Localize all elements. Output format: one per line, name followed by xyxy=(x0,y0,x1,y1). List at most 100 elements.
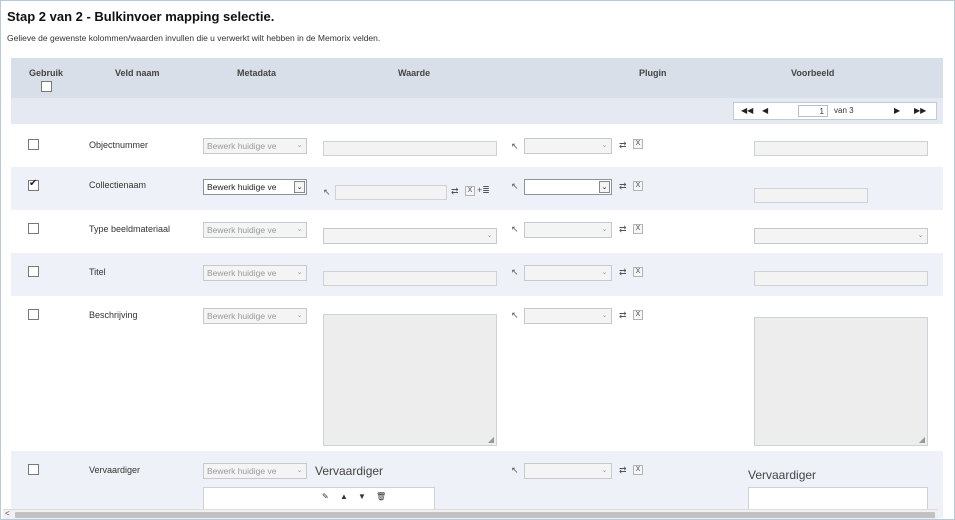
chevron-down-icon: ⌄ xyxy=(296,269,303,276)
chevron-down-icon: ⌄ xyxy=(601,226,608,233)
chevron-down-icon: ⌄ xyxy=(601,269,608,276)
value-group-label: Vervaardiger xyxy=(315,464,384,478)
remove-icon[interactable]: X xyxy=(633,224,643,234)
link-icon[interactable]: ↖ xyxy=(511,465,519,475)
edit-icon[interactable]: ✎ xyxy=(322,492,329,501)
metadata-select[interactable]: Bewerk huidige ve ⌄ xyxy=(203,463,307,479)
bulk-input-mapping-window: Stap 2 van 2 - Bulkinvoer mapping select… xyxy=(0,0,955,520)
remove-icon[interactable]: X xyxy=(633,310,643,320)
page-subtitle: Gelieve de gewenste kolommen/waarden inv… xyxy=(7,33,381,43)
use-checkbox[interactable] xyxy=(28,223,39,234)
mapping-row-collectienaam: Collectienaam Bewerk huidige ve⌄ ↖ ⇄ X +… xyxy=(11,167,943,210)
link-icon[interactable]: ↖ xyxy=(511,181,519,191)
column-header-use[interactable]: Gebruik xyxy=(29,68,63,78)
chevron-down-icon: ⌄ xyxy=(601,467,608,474)
example-field: ⌄ xyxy=(754,228,928,244)
refresh-icon[interactable]: ⇄ xyxy=(619,224,627,234)
chevron-down-icon: ⌄ xyxy=(601,312,608,319)
remove-icon[interactable]: X xyxy=(633,181,643,191)
use-checkbox[interactable] xyxy=(28,178,39,191)
remove-icon[interactable]: X xyxy=(633,465,643,475)
example-field xyxy=(754,141,928,156)
resize-handle-icon[interactable]: ◢ xyxy=(488,435,494,444)
plugin-select[interactable]: ⌄ xyxy=(524,222,612,238)
refresh-icon[interactable]: ⇄ xyxy=(619,267,627,277)
metadata-select[interactable]: Bewerk huidige ve ⌄ xyxy=(203,138,307,154)
field-name: Titel xyxy=(89,267,106,277)
plugin-select[interactable]: ⌄ xyxy=(524,265,612,281)
refresh-icon[interactable]: ⇄ xyxy=(619,140,627,150)
horizontal-scrollbar[interactable]: < xyxy=(3,509,938,519)
chevron-down-icon: ⌄ xyxy=(296,312,303,319)
remove-icon[interactable]: X xyxy=(633,267,643,277)
use-checkbox[interactable] xyxy=(28,464,39,475)
metadata-select[interactable]: Bewerk huidige ve ⌄ xyxy=(203,308,307,324)
metadata-select[interactable]: Bewerk huidige ve ⌄ xyxy=(203,265,307,281)
metadata-select[interactable]: Bewerk huidige ve ⌄ xyxy=(203,179,307,195)
remove-icon[interactable]: X xyxy=(633,139,643,149)
column-header-example[interactable]: Voorbeeld xyxy=(791,68,834,78)
field-name: Collectienaam xyxy=(89,180,147,190)
plugin-select[interactable]: ⌄ xyxy=(524,179,612,195)
chevron-down-icon: ⌄ xyxy=(296,467,303,474)
column-header-plugin[interactable]: Plugin xyxy=(639,68,667,78)
value-textarea[interactable]: ◢ xyxy=(323,314,497,446)
first-page-icon[interactable]: ◀◀ xyxy=(741,106,753,115)
scrollbar-thumb[interactable] xyxy=(15,512,935,518)
mapping-row-type-beeldmateriaal: Type beeldmateriaal Bewerk huidige ve ⌄ ⌄… xyxy=(11,210,943,253)
page-title: Stap 2 van 2 - Bulkinvoer mapping select… xyxy=(7,9,275,24)
last-page-icon[interactable]: ▶▶ xyxy=(914,106,926,115)
remove-icon[interactable]: X xyxy=(465,186,475,196)
plugin-select[interactable]: ⌄ xyxy=(524,463,612,479)
link-icon[interactable]: ↖ xyxy=(511,224,519,234)
list-icon[interactable]: +≣ xyxy=(477,185,490,195)
link-icon[interactable]: ↖ xyxy=(511,141,519,151)
move-down-icon[interactable]: ▼ xyxy=(358,492,366,501)
page-number-input[interactable]: 1 xyxy=(798,105,828,117)
resize-handle-icon: ◢ xyxy=(918,435,925,444)
example-textarea: ◢ xyxy=(754,317,928,446)
field-name: Objectnummer xyxy=(89,140,149,150)
chevron-down-icon: ⌄ xyxy=(486,232,493,239)
link-icon[interactable]: ↖ xyxy=(323,187,331,197)
move-up-icon[interactable]: ▲ xyxy=(340,492,348,501)
scroll-left-icon[interactable]: < xyxy=(5,509,10,518)
refresh-icon[interactable]: ⇄ xyxy=(451,186,459,196)
example-group-label: Vervaardiger xyxy=(748,468,817,482)
value-input[interactable] xyxy=(335,185,447,200)
grid-header: Gebruik Veld naam Metadata Waarde Plugin… xyxy=(11,58,943,98)
chevron-down-icon: ⌄ xyxy=(294,181,305,193)
link-icon[interactable]: ↖ xyxy=(511,310,519,320)
column-header-field-name[interactable]: Veld naam xyxy=(115,68,160,78)
metadata-select[interactable]: Bewerk huidige ve ⌄ xyxy=(203,222,307,238)
field-name: Type beeldmateriaal xyxy=(89,224,171,234)
select-all-checkbox[interactable] xyxy=(41,81,52,92)
chevron-down-icon: ⌄ xyxy=(917,232,924,239)
next-page-icon[interactable]: ▶ xyxy=(894,106,900,115)
column-header-value[interactable]: Waarde xyxy=(398,68,430,78)
field-name: Vervaardiger xyxy=(89,465,141,475)
prev-page-icon[interactable]: ◀ xyxy=(762,106,768,115)
chevron-down-icon: ⌄ xyxy=(599,181,610,193)
mapping-row-beschrijving: Beschrijving Bewerk huidige ve ⌄ ◢ ↖ ⌄ ⇄ … xyxy=(11,296,943,451)
plugin-select[interactable]: ⌄ xyxy=(524,138,612,154)
plugin-select[interactable]: ⌄ xyxy=(524,308,612,324)
example-field xyxy=(754,271,928,286)
use-checkbox[interactable] xyxy=(28,139,39,150)
refresh-icon[interactable]: ⇄ xyxy=(619,181,627,191)
chevron-down-icon: ⌄ xyxy=(296,142,303,149)
trash-icon[interactable]: 🗑 xyxy=(376,492,386,501)
value-input[interactable] xyxy=(323,271,497,286)
link-icon[interactable]: ↖ xyxy=(511,267,519,277)
value-select[interactable]: ⌄ xyxy=(323,228,497,244)
column-header-metadata[interactable]: Metadata xyxy=(237,68,276,78)
example-field xyxy=(754,188,868,203)
value-input[interactable] xyxy=(323,141,497,156)
use-checkbox[interactable] xyxy=(28,266,39,277)
refresh-icon[interactable]: ⇄ xyxy=(619,465,627,475)
pager: ◀◀ ◀ 1 van 3 ▶ ▶▶ xyxy=(733,102,937,120)
pager-bar: ◀◀ ◀ 1 van 3 ▶ ▶▶ xyxy=(11,98,943,124)
use-checkbox[interactable] xyxy=(28,309,39,320)
chevron-down-icon: ⌄ xyxy=(296,226,303,233)
refresh-icon[interactable]: ⇄ xyxy=(619,310,627,320)
